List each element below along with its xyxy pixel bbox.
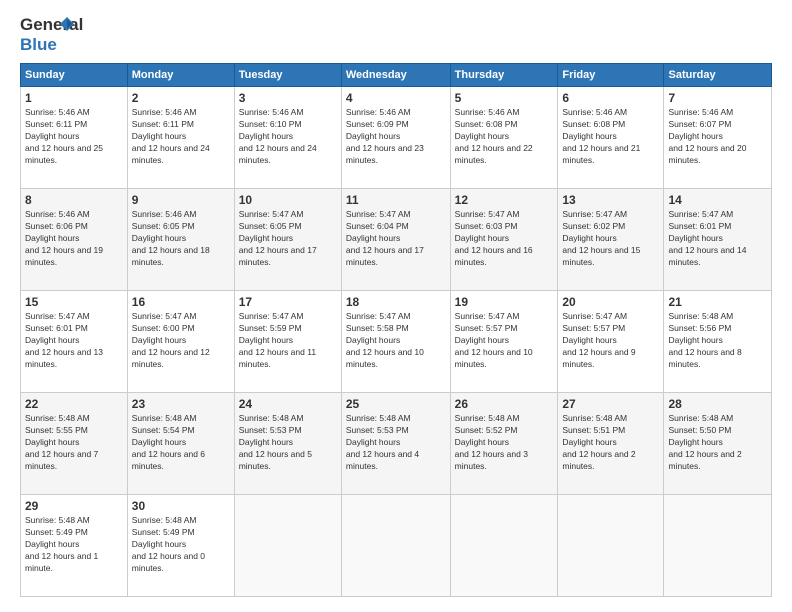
- col-header-thursday: Thursday: [450, 64, 558, 87]
- table-row: 26Sunrise: 5:48 AMSunset: 5:52 PMDayligh…: [450, 393, 558, 495]
- table-row: [450, 495, 558, 597]
- calendar: SundayMondayTuesdayWednesdayThursdayFrid…: [20, 63, 772, 597]
- table-row: [234, 495, 341, 597]
- table-row: 1Sunrise: 5:46 AMSunset: 6:11 PMDaylight…: [21, 87, 128, 189]
- table-row: 7Sunrise: 5:46 AMSunset: 6:07 PMDaylight…: [664, 87, 772, 189]
- table-row: 9Sunrise: 5:46 AMSunset: 6:05 PMDaylight…: [127, 189, 234, 291]
- table-row: 22Sunrise: 5:48 AMSunset: 5:55 PMDayligh…: [21, 393, 128, 495]
- table-row: 13Sunrise: 5:47 AMSunset: 6:02 PMDayligh…: [558, 189, 664, 291]
- table-row: 14Sunrise: 5:47 AMSunset: 6:01 PMDayligh…: [664, 189, 772, 291]
- table-row: 21Sunrise: 5:48 AMSunset: 5:56 PMDayligh…: [664, 291, 772, 393]
- logo: General Blue: [20, 15, 72, 53]
- col-header-tuesday: Tuesday: [234, 64, 341, 87]
- col-header-wednesday: Wednesday: [341, 64, 450, 87]
- table-row: 20Sunrise: 5:47 AMSunset: 5:57 PMDayligh…: [558, 291, 664, 393]
- table-row: 25Sunrise: 5:48 AMSunset: 5:53 PMDayligh…: [341, 393, 450, 495]
- table-row: 11Sunrise: 5:47 AMSunset: 6:04 PMDayligh…: [341, 189, 450, 291]
- table-row: 24Sunrise: 5:48 AMSunset: 5:53 PMDayligh…: [234, 393, 341, 495]
- table-row: 2Sunrise: 5:46 AMSunset: 6:11 PMDaylight…: [127, 87, 234, 189]
- table-row: 4Sunrise: 5:46 AMSunset: 6:09 PMDaylight…: [341, 87, 450, 189]
- table-row: 6Sunrise: 5:46 AMSunset: 6:08 PMDaylight…: [558, 87, 664, 189]
- table-row: 18Sunrise: 5:47 AMSunset: 5:58 PMDayligh…: [341, 291, 450, 393]
- table-row: 30Sunrise: 5:48 AMSunset: 5:49 PMDayligh…: [127, 495, 234, 597]
- col-header-saturday: Saturday: [664, 64, 772, 87]
- table-row: 16Sunrise: 5:47 AMSunset: 6:00 PMDayligh…: [127, 291, 234, 393]
- table-row: [558, 495, 664, 597]
- table-row: 5Sunrise: 5:46 AMSunset: 6:08 PMDaylight…: [450, 87, 558, 189]
- table-row: 29Sunrise: 5:48 AMSunset: 5:49 PMDayligh…: [21, 495, 128, 597]
- table-row: 19Sunrise: 5:47 AMSunset: 5:57 PMDayligh…: [450, 291, 558, 393]
- col-header-friday: Friday: [558, 64, 664, 87]
- col-header-monday: Monday: [127, 64, 234, 87]
- col-header-sunday: Sunday: [21, 64, 128, 87]
- table-row: 12Sunrise: 5:47 AMSunset: 6:03 PMDayligh…: [450, 189, 558, 291]
- table-row: [664, 495, 772, 597]
- table-row: 3Sunrise: 5:46 AMSunset: 6:10 PMDaylight…: [234, 87, 341, 189]
- table-row: 8Sunrise: 5:46 AMSunset: 6:06 PMDaylight…: [21, 189, 128, 291]
- header: General Blue: [20, 15, 772, 53]
- table-row: 28Sunrise: 5:48 AMSunset: 5:50 PMDayligh…: [664, 393, 772, 495]
- table-row: 27Sunrise: 5:48 AMSunset: 5:51 PMDayligh…: [558, 393, 664, 495]
- table-row: 10Sunrise: 5:47 AMSunset: 6:05 PMDayligh…: [234, 189, 341, 291]
- table-row: 15Sunrise: 5:47 AMSunset: 6:01 PMDayligh…: [21, 291, 128, 393]
- table-row: 23Sunrise: 5:48 AMSunset: 5:54 PMDayligh…: [127, 393, 234, 495]
- table-row: 17Sunrise: 5:47 AMSunset: 5:59 PMDayligh…: [234, 291, 341, 393]
- table-row: [341, 495, 450, 597]
